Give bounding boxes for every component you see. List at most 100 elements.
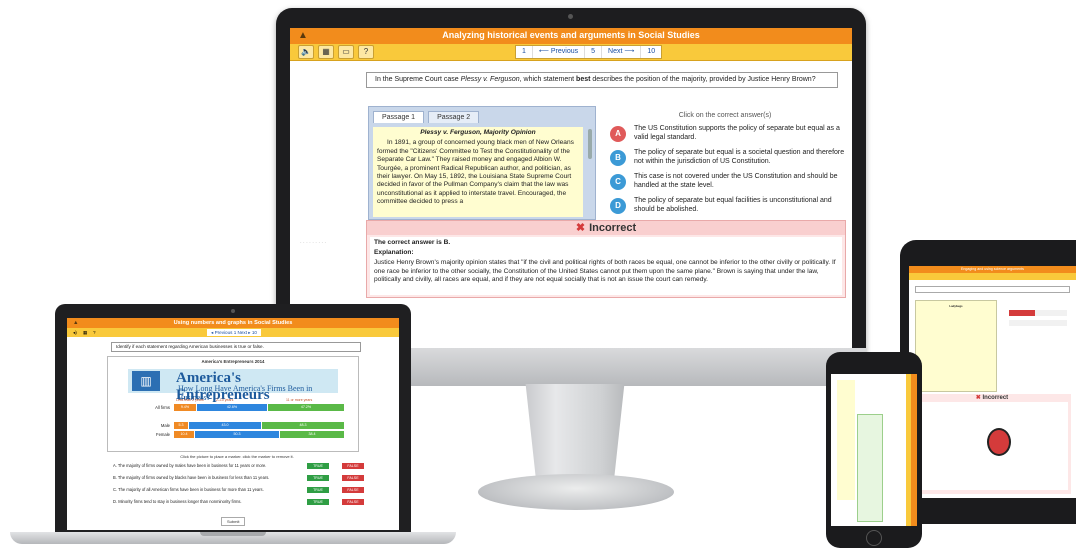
bar-all-less-2: 9.4% [174, 404, 196, 411]
tablet-answer-row[interactable] [1009, 310, 1067, 316]
laptop-hint: Click the picture to place a marker. cli… [180, 454, 294, 459]
tablet-screen: Engaging and using science arguments Lad… [909, 266, 1076, 498]
current-page: 5 [585, 46, 603, 58]
answer-letter-c[interactable]: C [610, 174, 626, 190]
answer-text-d: The policy of separate but equal facilit… [634, 197, 832, 213]
tab-passage-1[interactable]: Passage 1 [373, 111, 425, 123]
tablet-feedback: ✖ Incorrect [913, 394, 1071, 494]
laptop: ▲ Using numbers and graphs in Social Stud… [55, 304, 411, 532]
row-label-female: Female [156, 432, 170, 437]
statement-b: B. The majority of firms owned by blacks… [113, 475, 270, 480]
legend-11-plus: 11 or more years [286, 398, 313, 402]
previous-button[interactable]: ⟵ Previous [533, 46, 586, 58]
answer-letter-b[interactable]: B [610, 150, 626, 166]
laptop-navigation[interactable]: ◂ Previous 1 Next ▸ 10 [207, 329, 261, 336]
tablet-feedback-heading: ✖ Incorrect [975, 395, 1009, 401]
statement-a: A. The majority of firms owned by males … [113, 463, 267, 468]
tablet-incorrect-icon: ✖ [975, 395, 981, 401]
notes-icon[interactable]: ▭ [338, 45, 354, 59]
ladybug-image [987, 428, 1011, 456]
home-button[interactable] [866, 530, 882, 546]
tablet-passage: Ladybugs [915, 300, 997, 392]
false-button-d[interactable]: FALSE [342, 499, 364, 505]
answer-letter-d[interactable]: D [610, 198, 626, 214]
false-button-c[interactable]: FALSE [342, 487, 364, 493]
feedback-panel: ✖ Incorrect The correct answer is B. Expl… [366, 220, 846, 298]
answer-text-b: The policy of separate but equal is a so… [634, 149, 845, 165]
laptop-calculator-icon[interactable]: ▦ [83, 328, 87, 337]
bar-male-less-2: 5.3 [174, 422, 188, 429]
answer-option-d[interactable]: D The policy of separate but equal facil… [610, 196, 850, 218]
row-label-male: Male [160, 423, 170, 428]
monitor-stand-neck [525, 384, 625, 480]
laptop-logo-icon: ▲ [73, 320, 79, 326]
statement-d: D. Minority firms tend to stay in busine… [113, 499, 242, 504]
phone-title-bar [911, 374, 917, 526]
true-button-b[interactable]: TRUE [307, 475, 329, 481]
answer-letter-a[interactable]: A [610, 126, 626, 142]
passage-scrollbar[interactable] [588, 129, 592, 159]
answer-instruction: Click on the correct answer(s) [678, 112, 772, 119]
infographic-title: America's Entrepreneurs 2014 [201, 359, 265, 364]
tablet-answer-row[interactable] [1009, 320, 1067, 326]
laptop-help-icon[interactable]: ? [93, 328, 96, 337]
row-label-all: All firms [155, 405, 170, 410]
tablet-question [915, 286, 1070, 293]
tablet: Engaging and using science arguments Lad… [900, 240, 1076, 524]
audio-icon[interactable]: 🔈 [298, 45, 314, 59]
false-button-a[interactable]: FALSE [342, 463, 364, 469]
feedback-body: The correct answer is B. Explanation: Ju… [370, 237, 842, 295]
question-navigation: 1 ⟵ Previous 5 Next ⟶ 10 [515, 45, 663, 59]
legend-less-2: Less than 2 years [176, 398, 204, 402]
bar-female-less-2: 10.4 [174, 431, 194, 438]
passage-panel: Passage 1 Passage 2 Plessy v. Ferguson, … [368, 106, 596, 220]
entrepreneurs-infographic[interactable]: America's Entrepreneurs 2014 ▥ America's… [107, 356, 359, 452]
laptop-toolbar: ◂) ▦ ? ◂ Previous 1 Next ▸ 10 [67, 328, 399, 337]
app-title-bar: ▲ Analyzing historical events and argume… [290, 28, 852, 44]
incorrect-icon: ✖ [575, 222, 586, 234]
false-button-b[interactable]: FALSE [342, 475, 364, 481]
submit-button[interactable]: Submit [221, 517, 246, 526]
feedback-heading: ✖ Incorrect [367, 221, 845, 235]
bar-all-2-10: 42.6% [197, 404, 267, 411]
answer-option-c[interactable]: C This case is not covered under the US … [610, 172, 850, 194]
tablet-toolbar [909, 273, 1076, 280]
true-button-a[interactable]: TRUE [307, 463, 329, 469]
help-icon[interactable]: ? [358, 45, 374, 59]
question-text: In the Supreme Court case Plessy v. Ferg… [366, 72, 838, 88]
laptop-base [10, 532, 456, 544]
laptop-audio-icon[interactable]: ◂) [73, 328, 77, 337]
storefront-icon: ▥ [132, 371, 160, 391]
monitor-stand-foot [478, 474, 674, 510]
tablet-answer-highlight [1009, 310, 1035, 316]
passage-title: Plessy v. Ferguson, Majority Opinion [420, 129, 536, 136]
laptop-camera-dot [231, 309, 235, 313]
tab-passage-2[interactable]: Passage 2 [428, 111, 480, 123]
bar-female-11-plus: 38.4 [280, 431, 344, 438]
last-page-button[interactable]: 10 [641, 46, 661, 58]
explanation-text: Justice Henry Brown's majority opinion s… [374, 259, 836, 283]
laptop-screen: ▲ Using numbers and graphs in Social Stud… [67, 318, 399, 530]
phone-screen [831, 374, 917, 526]
next-button[interactable]: Next ⟶ [602, 46, 642, 58]
statement-c: C. The majority of all American firms ha… [113, 487, 264, 492]
correct-answer-text: The correct answer is B. [374, 239, 451, 246]
calculator-icon[interactable]: ▦ [318, 45, 334, 59]
lesson-title: Analyzing historical events and argument… [442, 30, 700, 40]
bar-female-2-10: 50.3 [195, 431, 279, 438]
explanation-label: Explanation: [374, 249, 414, 257]
first-page-button[interactable]: 1 [516, 46, 533, 58]
answer-option-b[interactable]: B The policy of separate but equal is a … [610, 148, 850, 170]
answer-option-a[interactable]: A The US Constitution supports the polic… [610, 124, 850, 146]
true-button-d[interactable]: TRUE [307, 499, 329, 505]
toolbar: 🔈 ▦ ▭ ? 1 ⟵ Previous 5 Next ⟶ 10 [290, 44, 852, 61]
infographic-banner: ▥ America's Entrepreneurs How Long Have … [128, 369, 338, 403]
passage-text: Plessy v. Ferguson, Majority Opinion In … [373, 127, 583, 217]
laptop-title-bar: ▲ Using numbers and graphs in Social Stud… [67, 318, 399, 328]
phone-passage [837, 380, 855, 500]
smartphone [826, 352, 922, 548]
side-note: · · · · · · · · · [300, 240, 327, 246]
true-button-c[interactable]: TRUE [307, 487, 329, 493]
passage-body: In 1891, a group of concerned young blac… [377, 139, 574, 206]
phone-correct-panel [857, 414, 883, 522]
